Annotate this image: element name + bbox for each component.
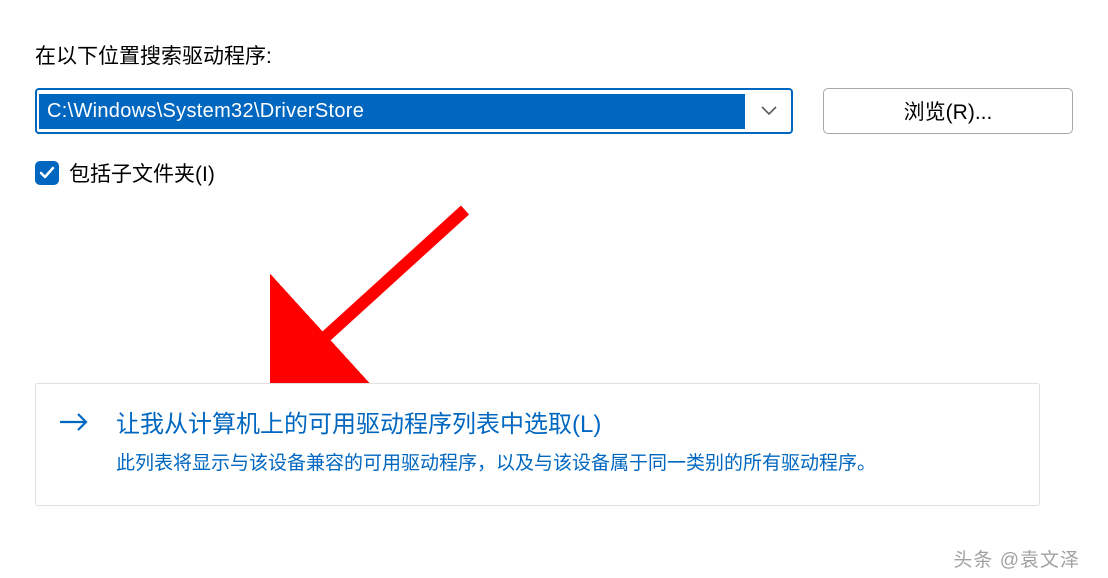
pick-from-list-option[interactable]: 让我从计算机上的可用驱动程序列表中选取(L) 此列表将显示与该设备兼容的可用驱动…: [35, 383, 1040, 506]
browse-button[interactable]: 浏览(R)...: [823, 88, 1073, 134]
include-subfolders-row[interactable]: 包括子文件夹(I): [35, 158, 1073, 188]
pick-from-list-content: 让我从计算机上的可用驱动程序列表中选取(L) 此列表将显示与该设备兼容的可用驱动…: [116, 404, 1017, 479]
pick-from-list-title: 让我从计算机上的可用驱动程序列表中选取(L): [116, 404, 1017, 439]
include-subfolders-label[interactable]: 包括子文件夹(I): [69, 158, 215, 188]
include-subfolders-checkbox[interactable]: [35, 161, 59, 185]
watermark-text: 头条 @袁文泽: [953, 545, 1080, 572]
annotation-arrow-icon: [270, 200, 480, 400]
arrow-right-icon: [58, 410, 90, 439]
chevron-down-icon[interactable]: [747, 106, 791, 116]
search-location-label: 在以下位置搜索驱动程序:: [35, 40, 1073, 70]
driver-path-value[interactable]: C:\Windows\System32\DriverStore: [39, 94, 745, 129]
path-row: C:\Windows\System32\DriverStore 浏览(R)...: [35, 88, 1073, 134]
driver-path-combobox[interactable]: C:\Windows\System32\DriverStore: [35, 88, 793, 134]
pick-from-list-description: 此列表将显示与该设备兼容的可用驱动程序，以及与该设备属于同一类别的所有驱动程序。: [116, 449, 1017, 479]
